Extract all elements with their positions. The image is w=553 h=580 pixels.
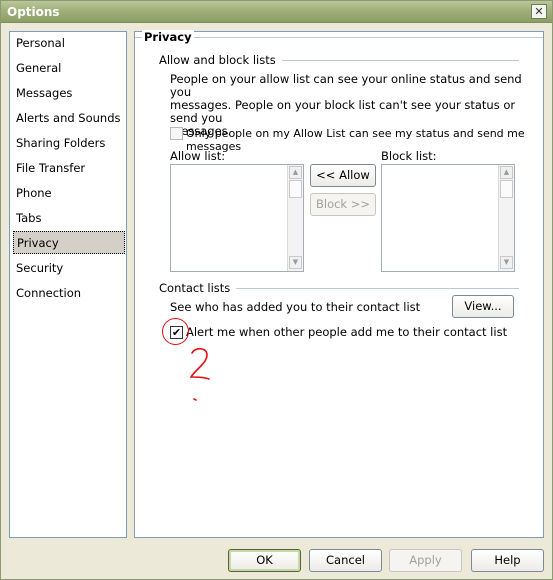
help-button[interactable]: Help (471, 549, 544, 572)
allow-button[interactable]: << Allow (310, 164, 376, 187)
annotation-scribble (189, 347, 210, 401)
category-list: Personal General Messages Alerts and Sou… (9, 31, 127, 538)
alert-me-label: Alert me when other people add me to the… (186, 325, 508, 339)
only-allow-list-checkbox[interactable] (170, 127, 183, 140)
description-line-1: People on your allow list can see your o… (170, 72, 522, 99)
block-list[interactable]: ▲ ▼ (381, 164, 515, 272)
allow-list-scrollbar[interactable]: ▲ ▼ (287, 165, 303, 271)
view-button[interactable]: View... (452, 295, 514, 318)
nav-item-file-transfer[interactable]: File Transfer (13, 157, 125, 180)
allow-block-heading: Allow and block lists (159, 53, 282, 67)
nav-item-privacy[interactable]: Privacy (13, 231, 125, 254)
nav-item-phone[interactable]: Phone (13, 182, 125, 205)
scroll-up-icon[interactable]: ▲ (289, 166, 302, 179)
close-icon: ✕ (534, 5, 544, 18)
window-title: Options (7, 5, 60, 19)
only-allow-list-label: Only people on my Allow List can see my … (186, 127, 525, 153)
ok-button[interactable]: OK (228, 549, 301, 572)
nav-item-security[interactable]: Security (13, 257, 125, 280)
nav-item-general[interactable]: General (13, 57, 125, 80)
scroll-up-icon[interactable]: ▲ (500, 166, 513, 179)
contact-lists-heading: Contact lists (159, 281, 237, 295)
cancel-button[interactable]: Cancel (309, 549, 382, 572)
scroll-thumb[interactable] (289, 180, 302, 198)
see-who-added-text: See who has added you to their contact l… (170, 300, 421, 314)
nav-item-tabs[interactable]: Tabs (13, 207, 125, 230)
nav-item-sharing-folders[interactable]: Sharing Folders (13, 132, 125, 155)
options-window: Options ✕ Personal General Messages Aler… (0, 0, 553, 580)
allow-list[interactable]: ▲ ▼ (170, 164, 304, 272)
panel-divider (135, 37, 543, 38)
title-bar: Options ✕ (1, 1, 552, 23)
nav-item-connection[interactable]: Connection (13, 282, 125, 305)
panel-title: Privacy (142, 30, 194, 44)
scroll-down-icon[interactable]: ▼ (500, 256, 513, 269)
apply-button[interactable]: Apply (389, 549, 462, 572)
scroll-down-icon[interactable]: ▼ (289, 256, 302, 269)
close-button[interactable]: ✕ (531, 4, 547, 19)
scroll-thumb[interactable] (500, 180, 513, 198)
block-button[interactable]: Block >> (310, 193, 376, 216)
nav-item-alerts-and-sounds[interactable]: Alerts and Sounds (13, 107, 125, 130)
block-list-label: Block list: (381, 149, 437, 163)
privacy-panel: Privacy Allow and block lists People on … (134, 30, 544, 538)
block-list-scrollbar[interactable]: ▲ ▼ (498, 165, 514, 271)
nav-item-personal[interactable]: Personal (13, 32, 125, 55)
allow-list-label: Allow list: (170, 149, 226, 163)
nav-item-messages[interactable]: Messages (13, 82, 125, 105)
description-line-2: messages. People on your block list can'… (170, 98, 516, 125)
